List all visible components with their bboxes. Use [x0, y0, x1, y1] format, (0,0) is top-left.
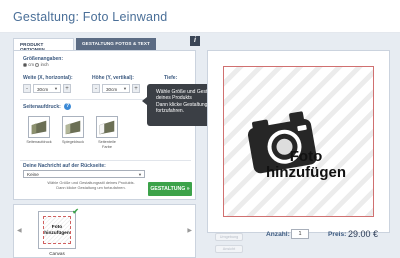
info-icon[interactable]: i — [190, 36, 200, 46]
height-label: Höhe (Y, vertikal): — [92, 75, 134, 81]
canvas-mirror-icon — [63, 117, 83, 137]
unit-cm-radio[interactable] — [23, 62, 27, 67]
width-decrease-button[interactable]: - — [23, 84, 31, 93]
add-photo-line: Foto — [289, 148, 323, 165]
width-label: Weite (X, horizontal): — [23, 75, 73, 81]
add-photo-line: hinzufügen — [266, 164, 346, 181]
width-increase-button[interactable]: + — [63, 84, 71, 93]
unit-inch-label: inch — [40, 62, 49, 67]
depth-label: Tiefe: — [164, 75, 178, 81]
price-label: Preis: — [328, 231, 347, 238]
quantity-input[interactable]: 1 — [291, 229, 309, 239]
quantity-label: Anzahl: — [266, 231, 290, 238]
tab-gestaltung-fotos-text[interactable]: GESTALTUNG FOTOS & TEXT — [76, 38, 156, 50]
back-message-label: Deine Nachricht auf der Rückseite: — [23, 163, 106, 169]
product-thumbnail-strip: ◀ Foto hinzufügen ✔ Canvas ▶ — [13, 204, 196, 258]
chevron-down-icon: ▼ — [54, 86, 58, 91]
editor-panel: PRODUKT OPTIONEN GESTALTUNG FOTOS & TEXT… — [0, 33, 400, 258]
divider — [20, 160, 191, 161]
environment-view-button[interactable]: Umgebung — [215, 233, 243, 241]
canvas-color-side-icon — [97, 117, 117, 137]
product-preview: Foto hinzufügen — [207, 50, 390, 233]
help-icon[interactable]: ? — [64, 103, 72, 110]
canvas-wrap-icon — [29, 117, 49, 137]
height-select[interactable]: 30cm ▼ — [102, 84, 130, 93]
side-print-option-mirror[interactable] — [62, 116, 84, 138]
product-thumbnail[interactable]: Foto hinzufügen ✔ — [38, 207, 79, 249]
checkmark-icon: ✔ — [72, 207, 79, 216]
width-select[interactable]: 30cm ▼ — [33, 84, 61, 93]
height-increase-button[interactable]: + — [132, 84, 140, 93]
thumbnail-text: hinzufügen — [44, 230, 70, 236]
chevron-down-icon: ▼ — [123, 86, 127, 91]
back-message-select[interactable]: Keine ▼ — [23, 170, 145, 178]
side-print-heading: Seitenaufdruck: ? — [23, 103, 72, 110]
unit-options: cm inch — [23, 62, 49, 67]
gestaltung-next-button[interactable]: GESTALTUNG » — [148, 182, 192, 196]
arrow-right-icon[interactable]: ▶ — [187, 227, 192, 234]
height-value: 30cm — [106, 86, 118, 92]
price-value: 29.00 € — [348, 229, 379, 239]
chevron-down-icon: ▼ — [138, 172, 142, 177]
unit-inch-radio[interactable] — [35, 62, 40, 67]
height-decrease-button[interactable]: - — [92, 84, 100, 93]
side-print-option-label: Spiegeldruck — [62, 140, 84, 144]
canvas-print-area[interactable]: Foto hinzufügen — [223, 66, 374, 217]
hint-line: Dann klicke Gestaltung um fortzufahren. — [56, 185, 126, 190]
page-title: Gestaltung: Foto Leinwand — [0, 0, 400, 33]
tab-produkt-optionen[interactable]: PRODUKT OPTIONEN — [13, 38, 74, 52]
arrow-left-icon[interactable]: ◀ — [17, 227, 22, 234]
back-message-value: Keine — [27, 172, 39, 177]
view-button[interactable]: Ansicht — [215, 245, 243, 253]
thumbnail-label: Canvas — [49, 251, 65, 256]
back-message-hint: Wähle Größe und Gestaltungsstil deines P… — [36, 180, 146, 190]
unit-cm-label: cm — [28, 62, 35, 67]
width-value: 30cm — [37, 86, 49, 92]
side-print-option-label: Seitenaufdruck — [26, 140, 52, 144]
side-print-option-color[interactable] — [96, 116, 118, 138]
side-print-option-sublabel: Farbe — [102, 145, 112, 149]
side-print-label: Seitenaufdruck: — [23, 103, 61, 110]
side-print-option-label: Seitenteile — [98, 140, 116, 144]
thumbnail-preview: Foto hinzufügen — [43, 216, 71, 244]
add-photo-text: Foto hinzufügen — [266, 149, 346, 181]
side-print-option-wrap[interactable] — [28, 116, 50, 138]
